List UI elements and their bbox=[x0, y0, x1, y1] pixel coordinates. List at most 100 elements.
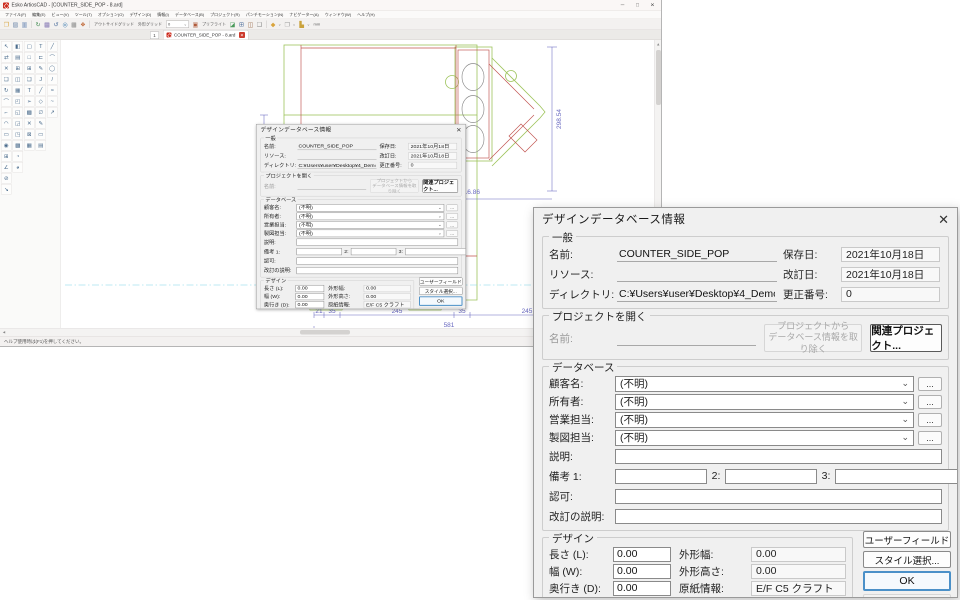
toolbar-icon[interactable]: ▩ bbox=[70, 20, 79, 29]
owner-more-button[interactable]: ... bbox=[446, 213, 458, 220]
length-field[interactable] bbox=[296, 285, 325, 292]
tool-button[interactable]: T bbox=[24, 85, 35, 96]
menu-item[interactable]: ビュー(V) bbox=[48, 12, 71, 18]
tool-button[interactable]: ✕ bbox=[24, 118, 35, 129]
tool-button[interactable]: ∠ bbox=[1, 162, 12, 173]
tool-button[interactable]: ⊏ bbox=[36, 52, 47, 63]
tool-button[interactable]: ▢ bbox=[24, 41, 35, 52]
toolbar-icon[interactable]: ↻ bbox=[34, 20, 43, 29]
style-select-button[interactable]: スタイル選択... bbox=[863, 551, 951, 568]
name-field[interactable] bbox=[297, 143, 376, 150]
style-select-button[interactable]: スタイル選択... bbox=[419, 287, 462, 295]
depth-field[interactable] bbox=[613, 581, 671, 596]
document-tab[interactable]: COUNTER_SIDE_POP - 8.ard ✕ bbox=[163, 30, 248, 40]
tool-button[interactable]: T bbox=[36, 41, 47, 52]
menu-item[interactable]: ナビゲーター(A) bbox=[286, 12, 321, 18]
tool-button[interactable]: ◇ bbox=[36, 96, 47, 107]
tool-button[interactable]: ◰ bbox=[13, 96, 24, 107]
salesperson-more-button[interactable]: ... bbox=[918, 413, 942, 427]
tool-button[interactable]: ◧ bbox=[13, 41, 24, 52]
tool-button[interactable]: ▦ bbox=[13, 85, 24, 96]
toolbar-icon[interactable]: ❖ bbox=[79, 20, 88, 29]
dialog-title-bar[interactable]: デザインデータベース情報 ✕ bbox=[534, 208, 957, 230]
note1-field[interactable] bbox=[297, 248, 342, 255]
width-field[interactable] bbox=[296, 293, 325, 300]
tool-button[interactable]: ↖ bbox=[1, 41, 12, 52]
directory-field[interactable] bbox=[617, 287, 777, 302]
toolbar-dropdown[interactable]: ◆ ⌄ bbox=[269, 20, 282, 29]
tool-button[interactable]: ▭ bbox=[36, 129, 47, 140]
directory-field[interactable] bbox=[297, 162, 376, 169]
tool-button[interactable]: ↘ bbox=[1, 184, 12, 195]
tool-button[interactable]: ◔ bbox=[13, 151, 24, 162]
tool-button[interactable]: ⊠ bbox=[24, 129, 35, 140]
tool-button[interactable]: ◫ bbox=[13, 74, 24, 85]
note2-field[interactable] bbox=[351, 248, 396, 255]
tool-button[interactable]: ╱ bbox=[47, 41, 58, 52]
menu-item[interactable]: プロジェクト(R) bbox=[207, 12, 243, 18]
tool-button[interactable]: ⇄ bbox=[1, 52, 12, 63]
menu-item[interactable]: ツール(T) bbox=[72, 12, 95, 18]
tool-button[interactable]: J bbox=[36, 74, 47, 85]
designer-combobox[interactable]: (不明) ⌄ bbox=[297, 229, 445, 237]
designer-more-button[interactable]: ... bbox=[918, 431, 942, 445]
tool-button[interactable]: ◯ bbox=[47, 63, 58, 74]
salesperson-more-button[interactable]: ... bbox=[446, 221, 458, 228]
width-field[interactable] bbox=[613, 564, 671, 579]
customer-more-button[interactable]: ... bbox=[918, 377, 942, 391]
tool-button[interactable]: ◳ bbox=[13, 129, 24, 140]
dialog-close-icon[interactable]: ✕ bbox=[938, 213, 949, 226]
maximize-button[interactable]: □ bbox=[630, 0, 645, 10]
toolbar-dropdown[interactable]: ❒ ⌄ bbox=[283, 20, 296, 29]
tool-button[interactable]: ▤ bbox=[36, 140, 47, 151]
tool-button[interactable]: ⊞ bbox=[1, 151, 12, 162]
tool-button[interactable]: ▩ bbox=[13, 140, 24, 151]
customer-more-button[interactable]: ... bbox=[446, 204, 458, 211]
tool-button[interactable]: ⌒ bbox=[1, 96, 12, 107]
dialog-title-bar[interactable]: デザインデータベース情報 ✕ bbox=[256, 124, 465, 134]
tool-button[interactable]: ◉ bbox=[1, 140, 12, 151]
toolbar-dropdown[interactable]: ▙ ⌄ bbox=[297, 20, 310, 29]
menu-item[interactable]: パンチモーション(N) bbox=[243, 12, 287, 18]
tool-button[interactable]: ∅ bbox=[36, 107, 47, 118]
menu-item[interactable]: 情報(I) bbox=[154, 12, 172, 18]
vertical-scroll-thumb[interactable] bbox=[656, 50, 661, 105]
tool-button[interactable]: ≈ bbox=[47, 85, 58, 96]
tool-button[interactable]: ↗ bbox=[47, 107, 58, 118]
tool-button[interactable]: / bbox=[47, 74, 58, 85]
owner-more-button[interactable]: ... bbox=[918, 395, 942, 409]
tool-button[interactable]: ❏ bbox=[1, 74, 12, 85]
preflight-icon[interactable]: ▣ bbox=[191, 20, 200, 29]
toolbar-icon[interactable]: ⊞ bbox=[237, 20, 246, 29]
note3-field[interactable] bbox=[835, 469, 958, 484]
toolbar-icon[interactable]: ▥ bbox=[20, 20, 29, 29]
tool-button[interactable]: ▭ bbox=[1, 129, 12, 140]
toolbar-icon[interactable]: ◪ bbox=[228, 20, 237, 29]
ok-button[interactable]: OK bbox=[419, 296, 462, 305]
menu-item[interactable]: 編集(E) bbox=[29, 12, 48, 18]
scale-combobox[interactable]: 0 ⌄ bbox=[166, 21, 189, 29]
description-field[interactable] bbox=[297, 238, 459, 245]
tool-button[interactable]: ⊞ bbox=[13, 63, 24, 74]
note3-field[interactable] bbox=[405, 248, 466, 255]
revision-description-field[interactable] bbox=[297, 267, 459, 274]
menu-item[interactable]: デザイン(D) bbox=[127, 12, 155, 18]
toolbar-icon[interactable]: ❐ bbox=[2, 20, 11, 29]
designer-combobox[interactable]: (不明) ⌄ bbox=[615, 430, 914, 446]
note2-field[interactable] bbox=[725, 469, 817, 484]
customer-combobox[interactable]: (不明) ⌄ bbox=[297, 204, 445, 212]
tool-button[interactable]: ◲ bbox=[13, 118, 24, 129]
tool-button[interactable]: ~ bbox=[47, 96, 58, 107]
close-button[interactable]: ✕ bbox=[645, 0, 660, 10]
resource-field[interactable] bbox=[617, 267, 777, 282]
menu-item[interactable]: データベース(B) bbox=[172, 12, 207, 18]
tool-button[interactable]: □ bbox=[24, 52, 35, 63]
salesperson-combobox[interactable]: (不明) ⌄ bbox=[615, 412, 914, 428]
tab-close-icon[interactable]: ✕ bbox=[239, 32, 245, 38]
scroll-left-icon[interactable]: ◄ bbox=[0, 330, 8, 335]
revision-description-field[interactable] bbox=[615, 509, 942, 524]
tool-button[interactable]: ▤ bbox=[13, 52, 24, 63]
tool-button[interactable]: ✎ bbox=[36, 63, 47, 74]
scroll-up-icon[interactable]: ▲ bbox=[656, 40, 660, 48]
description-field[interactable] bbox=[615, 449, 942, 464]
